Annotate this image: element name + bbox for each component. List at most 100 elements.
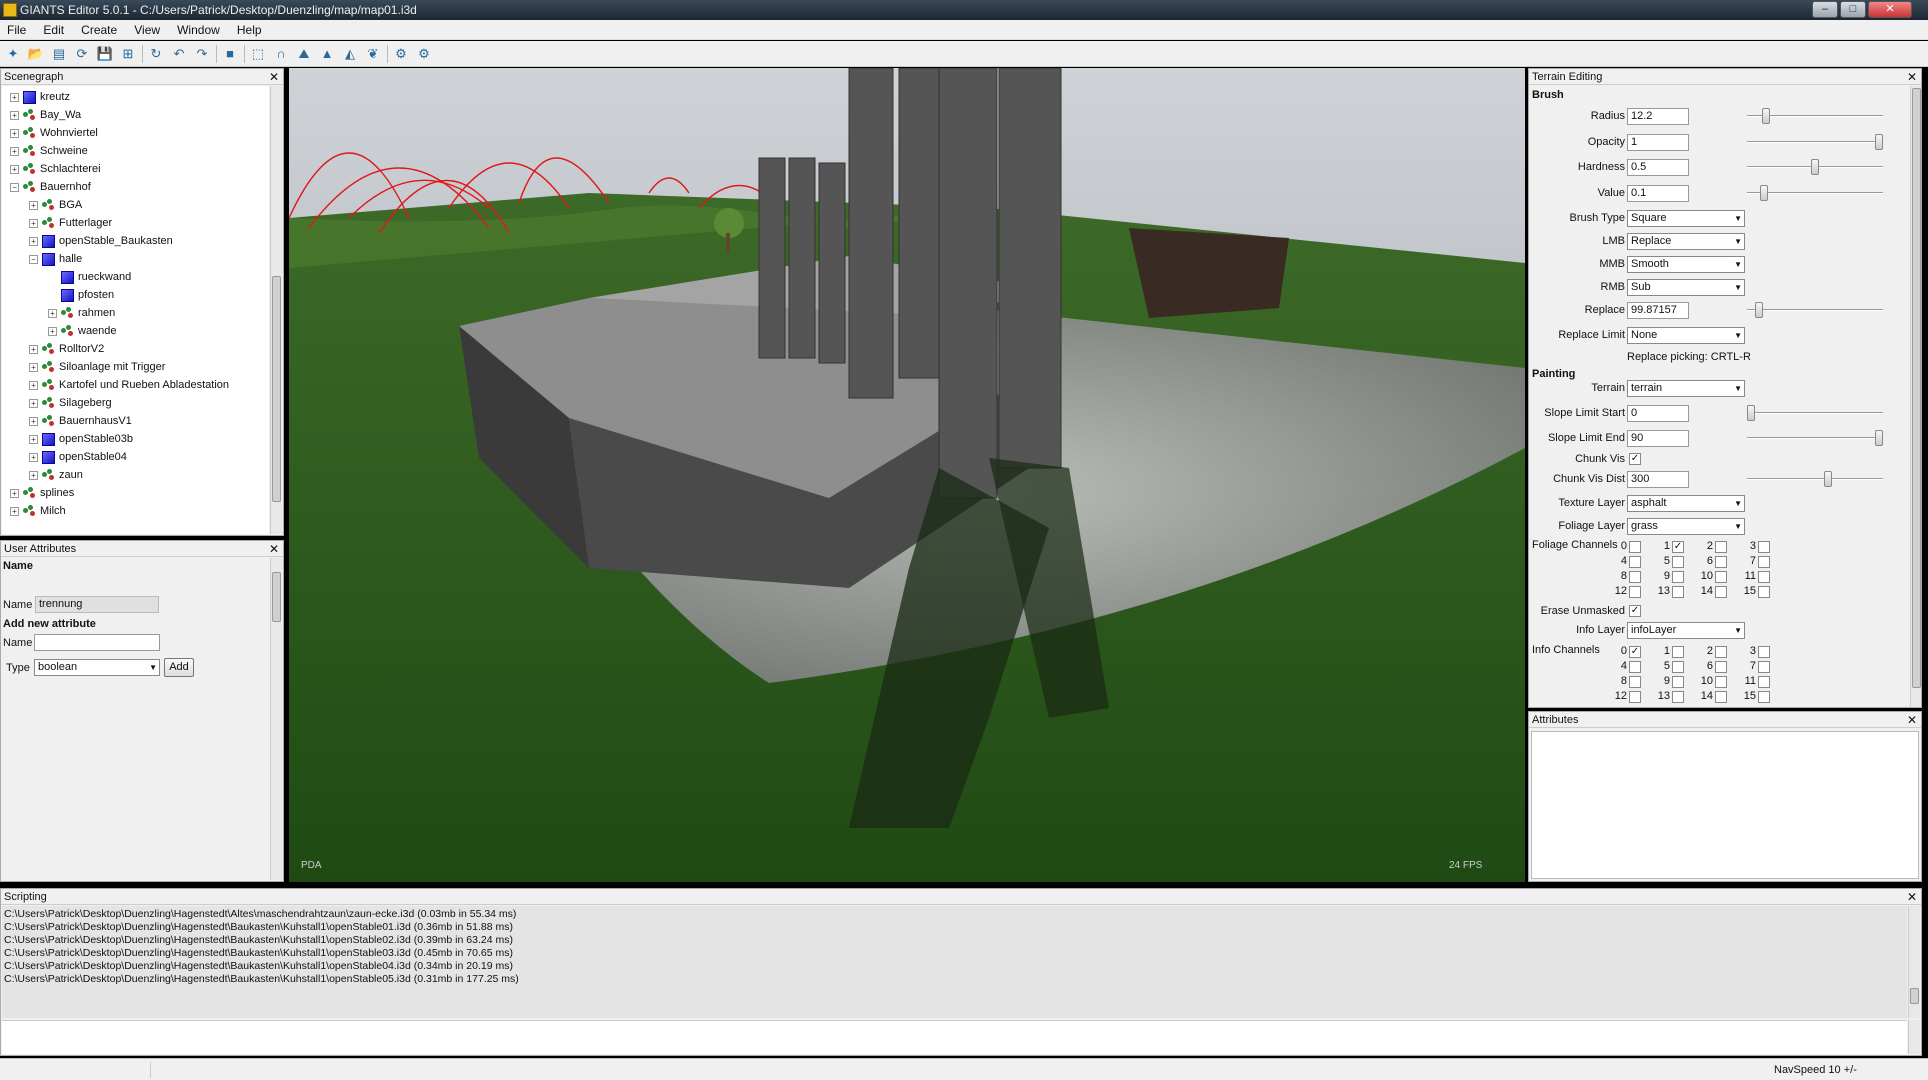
- info-channel-5-checkbox[interactable]: [1672, 661, 1684, 673]
- foliage-channel-4-checkbox[interactable]: [1629, 556, 1641, 568]
- tree-expander-icon[interactable]: +: [10, 506, 19, 516]
- tree-expander-icon[interactable]: +: [29, 200, 38, 210]
- chunk-vis-dist-slider-knob[interactable]: [1823, 471, 1832, 487]
- info-channel-6-checkbox[interactable]: [1715, 661, 1727, 673]
- tree-expander-icon[interactable]: +: [10, 110, 19, 120]
- slope-limit-end-input[interactable]: 90: [1627, 430, 1689, 447]
- foliage-channel-5-checkbox[interactable]: [1672, 556, 1684, 568]
- tree-expander-icon[interactable]: −: [29, 254, 38, 264]
- refresh-icon[interactable]: ↻: [147, 45, 165, 63]
- terrain-select[interactable]: terrain ▼: [1627, 380, 1745, 397]
- info-channel-1-checkbox[interactable]: [1672, 646, 1684, 658]
- scripting-input[interactable]: [2, 1020, 1907, 1054]
- tree-item-pfosten[interactable]: pfosten: [48, 286, 114, 304]
- terrain-raise-icon[interactable]: ⛰: [295, 45, 313, 63]
- foliage-channel-3-checkbox[interactable]: [1758, 541, 1770, 553]
- reload-icon[interactable]: ⟳: [73, 45, 91, 63]
- tree-item-openstable04[interactable]: + openStable04: [29, 448, 127, 466]
- replace-input[interactable]: 99.87157: [1627, 302, 1689, 319]
- opacity-slider[interactable]: [1747, 134, 1883, 150]
- terrain-paint-icon[interactable]: ▲: [318, 45, 336, 63]
- value-slider-knob[interactable]: [1759, 185, 1768, 201]
- tree-item-waende[interactable]: + waende: [48, 322, 117, 340]
- chunk-vis-checkbox[interactable]: ✓: [1629, 453, 1641, 465]
- scripting-output-scrollbar[interactable]: [1908, 906, 1920, 1018]
- terrain-editing-scroll-thumb[interactable]: [1912, 88, 1921, 688]
- texture-layer-select[interactable]: asphalt ▼: [1627, 495, 1745, 512]
- minimize-button[interactable]: –: [1812, 1, 1838, 18]
- info-channel-9-checkbox[interactable]: [1672, 676, 1684, 688]
- foliage-channel-13-checkbox[interactable]: [1672, 586, 1684, 598]
- user-attributes-scroll-thumb[interactable]: [272, 572, 281, 622]
- scenegraph-close-icon[interactable]: ✕: [269, 69, 279, 85]
- scenegraph-scrollbar[interactable]: [270, 86, 282, 534]
- tree-item-rahmen[interactable]: + rahmen: [48, 304, 115, 322]
- tree-expander-icon[interactable]: +: [10, 146, 19, 156]
- info-channel-11-checkbox[interactable]: [1758, 676, 1770, 688]
- menu-view[interactable]: View: [127, 20, 167, 40]
- tree-item-bauernhof[interactable]: − Bauernhof: [10, 178, 91, 196]
- foliage-icon[interactable]: ❦: [364, 45, 382, 63]
- tree-expander-icon[interactable]: +: [29, 218, 38, 228]
- select-tool-icon[interactable]: ⬚: [249, 45, 267, 63]
- tree-item-zaun[interactable]: + zaun: [29, 466, 83, 484]
- rmb-select[interactable]: Sub ▼: [1627, 279, 1745, 296]
- attributes-close-icon[interactable]: ✕: [1907, 712, 1917, 728]
- replace-slider[interactable]: [1747, 302, 1883, 318]
- tree-expander-icon[interactable]: −: [10, 182, 19, 192]
- user-attributes-close-icon[interactable]: ✕: [269, 541, 279, 557]
- tree-expander-icon[interactable]: +: [29, 236, 38, 246]
- tree-expander-icon[interactable]: +: [48, 308, 57, 318]
- brush-type-select[interactable]: Square ▼: [1627, 210, 1745, 227]
- chunk-vis-dist-input[interactable]: 300: [1627, 471, 1689, 488]
- settings-icon[interactable]: ⚙: [392, 45, 410, 63]
- info-channel-4-checkbox[interactable]: [1629, 661, 1641, 673]
- tree-item-openstable-baukasten[interactable]: + openStable_Baukasten: [29, 232, 173, 250]
- tree-item-kreutz[interactable]: + kreutz: [10, 88, 70, 106]
- tree-item-silageberg[interactable]: + Silageberg: [29, 394, 112, 412]
- lmb-select[interactable]: Replace ▼: [1627, 233, 1745, 250]
- scripting-output-scroll-thumb[interactable]: [1910, 988, 1919, 1004]
- info-channel-15-checkbox[interactable]: [1758, 691, 1770, 703]
- tree-expander-icon[interactable]: +: [29, 362, 38, 372]
- tree-expander-icon[interactable]: +: [29, 470, 38, 480]
- 3d-viewport[interactable]: PDA 24 FPS: [289, 68, 1525, 882]
- redo-icon[interactable]: ↷: [193, 45, 211, 63]
- stop-icon[interactable]: ■: [221, 45, 239, 63]
- new-attribute-name-input[interactable]: [34, 634, 160, 651]
- tree-expander-icon[interactable]: +: [10, 488, 19, 498]
- foliage-channel-6-checkbox[interactable]: [1715, 556, 1727, 568]
- settings-alt-icon[interactable]: ⚙: [415, 45, 433, 63]
- foliage-channel-11-checkbox[interactable]: [1758, 571, 1770, 583]
- info-channel-10-checkbox[interactable]: [1715, 676, 1727, 688]
- terrain-editing-scrollbar[interactable]: [1910, 86, 1921, 707]
- tree-item-siloanlage-mit-trigger[interactable]: + Siloanlage mit Trigger: [29, 358, 165, 376]
- radius-slider-knob[interactable]: [1762, 108, 1771, 124]
- opacity-input[interactable]: 1: [1627, 134, 1689, 151]
- tree-expander-icon[interactable]: +: [10, 128, 19, 138]
- menu-edit[interactable]: Edit: [36, 20, 71, 40]
- tree-expander-icon[interactable]: +: [29, 380, 38, 390]
- save-list-icon[interactable]: ▤: [50, 45, 68, 63]
- tree-item-wohnviertel[interactable]: + Wohnviertel: [10, 124, 98, 142]
- tree-expander-icon[interactable]: +: [29, 398, 38, 408]
- tree-item-bay-wa[interactable]: + Bay_Wa: [10, 106, 81, 124]
- slope-limit-start-slider-knob[interactable]: [1747, 405, 1755, 421]
- info-channel-12-checkbox[interactable]: [1629, 691, 1641, 703]
- slope-limit-end-slider[interactable]: [1747, 430, 1883, 446]
- tree-expander-icon[interactable]: +: [29, 416, 38, 426]
- menu-create[interactable]: Create: [74, 20, 124, 40]
- tree-item-splines[interactable]: + splines: [10, 484, 74, 502]
- tree-expander-icon[interactable]: +: [29, 452, 38, 462]
- tree-expander-icon[interactable]: +: [10, 92, 19, 102]
- magnet-icon[interactable]: ∩: [272, 45, 290, 63]
- foliage-channel-14-checkbox[interactable]: [1715, 586, 1727, 598]
- new-scene-icon[interactable]: ✦: [4, 45, 22, 63]
- maximize-button[interactable]: □: [1840, 1, 1866, 18]
- info-channel-8-checkbox[interactable]: [1629, 676, 1641, 688]
- menu-window[interactable]: Window: [170, 20, 227, 40]
- foliage-channel-7-checkbox[interactable]: [1758, 556, 1770, 568]
- slope-limit-start-input[interactable]: 0: [1627, 405, 1689, 422]
- foliage-channel-8-checkbox[interactable]: [1629, 571, 1641, 583]
- radius-slider[interactable]: [1747, 108, 1883, 124]
